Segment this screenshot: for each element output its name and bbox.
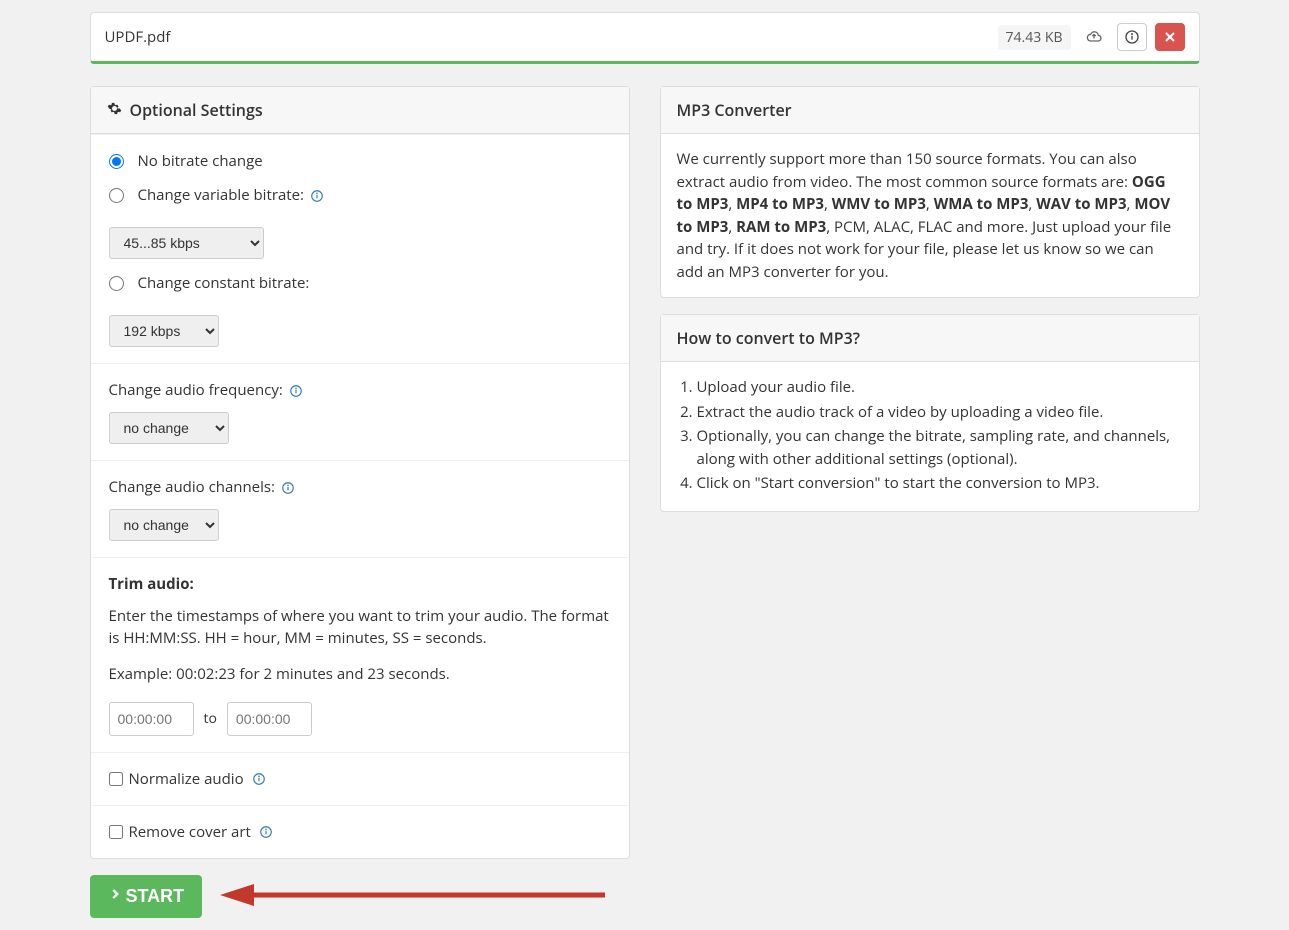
file-size-badge: 74.43 KB xyxy=(998,25,1071,50)
howto-step: Upload your audio file. xyxy=(697,376,1183,399)
trim-start-input[interactable] xyxy=(109,702,194,736)
info-icon[interactable] xyxy=(289,384,303,398)
optional-settings-title: Optional Settings xyxy=(130,99,263,121)
remove-file-button[interactable] xyxy=(1155,23,1185,51)
no-bitrate-change-label: No bitrate change xyxy=(138,151,263,171)
howto-step: Extract the audio track of a video by up… xyxy=(697,401,1183,424)
optional-settings-panel: Optional Settings No bitrate change Chan… xyxy=(90,86,630,859)
info-icon[interactable] xyxy=(310,189,324,203)
howto-panel: How to convert to MP3? Upload your audio… xyxy=(660,314,1200,512)
frequency-section: Change audio frequency: no change xyxy=(91,363,629,460)
chevron-right-icon xyxy=(108,885,122,908)
normalize-section: Normalize audio xyxy=(91,752,629,805)
mp3-converter-info-body: We currently support more than 150 sourc… xyxy=(661,134,1199,297)
trim-end-input[interactable] xyxy=(227,702,312,736)
remove-cover-checkbox[interactable] xyxy=(109,825,123,839)
file-upload-row: UPDF.pdf 74.43 KB xyxy=(90,12,1200,64)
file-name: UPDF.pdf xyxy=(105,27,171,47)
trim-section: Trim audio: Enter the timestamps of wher… xyxy=(91,557,629,752)
channels-section: Change audio channels: no change xyxy=(91,460,629,557)
constant-bitrate-label: Change constant bitrate: xyxy=(138,273,310,293)
optional-settings-header: Optional Settings xyxy=(91,87,629,134)
remove-cover-section: Remove cover art xyxy=(91,805,629,858)
frequency-select[interactable]: no change xyxy=(109,412,229,444)
annotation-arrow xyxy=(220,886,629,906)
trim-label: Trim audio: xyxy=(109,574,194,594)
howto-step: Optionally, you can change the bitrate, … xyxy=(697,425,1183,470)
channels-label: Change audio channels: xyxy=(109,477,295,497)
mp3-converter-info-panel: MP3 Converter We currently support more … xyxy=(660,86,1200,298)
constant-bitrate-radio[interactable] xyxy=(109,276,124,291)
start-button[interactable]: START xyxy=(90,875,203,918)
gear-icon xyxy=(107,99,122,121)
constant-bitrate-select[interactable]: 192 kbps xyxy=(109,315,219,347)
variable-bitrate-label: Change variable bitrate: xyxy=(138,185,324,205)
cloud-upload-icon xyxy=(1079,23,1109,51)
variable-bitrate-select[interactable]: 45...85 kbps xyxy=(109,227,264,259)
trim-to-label: to xyxy=(204,709,217,728)
howto-step: Click on "Start conversion" to start the… xyxy=(697,472,1183,495)
info-icon[interactable] xyxy=(259,825,273,839)
normalize-checkbox[interactable] xyxy=(109,772,123,786)
normalize-label: Normalize audio xyxy=(129,769,244,789)
info-file-button[interactable] xyxy=(1117,23,1147,51)
bitrate-section: No bitrate change Change variable bitrat… xyxy=(91,134,629,363)
channels-select[interactable]: no change xyxy=(109,509,219,541)
howto-header: How to convert to MP3? xyxy=(661,315,1199,362)
variable-bitrate-radio[interactable] xyxy=(109,188,124,203)
trim-example: Example: 00:02:23 for 2 minutes and 23 s… xyxy=(109,664,611,684)
remove-cover-label: Remove cover art xyxy=(129,822,251,842)
info-icon[interactable] xyxy=(252,772,266,786)
trim-description: Enter the timestamps of where you want t… xyxy=(109,606,611,650)
frequency-label: Change audio frequency: xyxy=(109,380,303,400)
no-bitrate-change-radio[interactable] xyxy=(109,154,124,169)
start-button-label: START xyxy=(126,886,185,907)
mp3-converter-info-header: MP3 Converter xyxy=(661,87,1199,134)
howto-steps-list: Upload your audio file. Extract the audi… xyxy=(661,362,1199,511)
info-icon[interactable] xyxy=(281,481,295,495)
